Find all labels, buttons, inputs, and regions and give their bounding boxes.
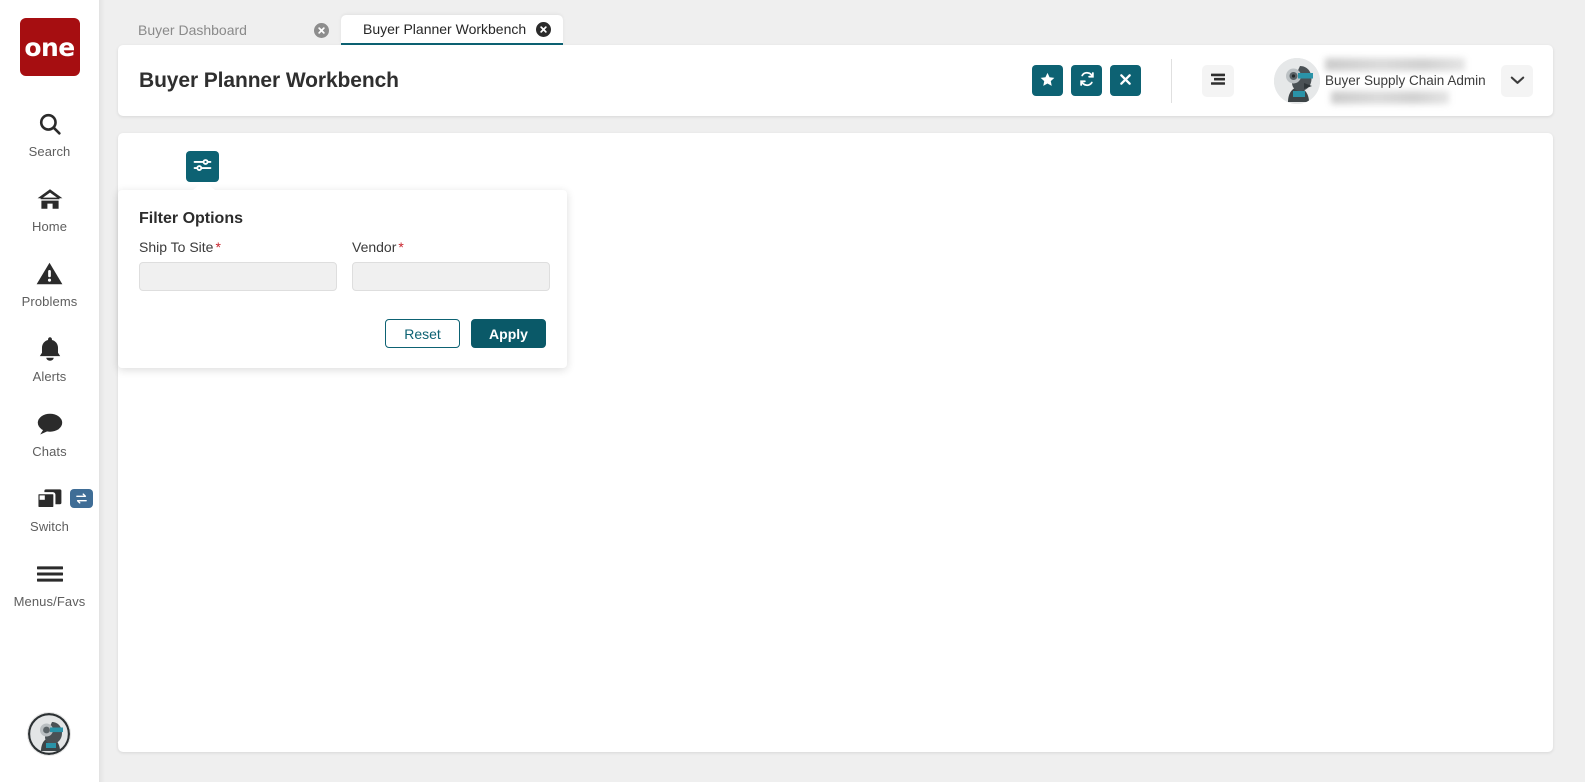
field-label-text: Ship To Site: [139, 239, 214, 255]
application-window: one Search Home Problems Alerts Chats Sw…: [0, 0, 1585, 782]
logo-text: one: [24, 32, 75, 62]
switch-windows-icon: [35, 484, 64, 514]
sidebar-item-home[interactable]: Home: [0, 171, 99, 246]
alerts-bell-icon: [38, 334, 62, 364]
required-asterisk: *: [215, 239, 221, 255]
avatar: [1274, 57, 1320, 104]
reset-button[interactable]: Reset: [385, 319, 460, 348]
x-icon: [1119, 73, 1132, 89]
left-sidebar: one Search Home Problems Alerts Chats Sw…: [0, 0, 105, 782]
close-button[interactable]: [1110, 65, 1141, 96]
apply-button[interactable]: Apply: [471, 319, 546, 348]
home-icon: [36, 184, 64, 214]
sidebar-item-switch[interactable]: Switch: [0, 471, 99, 546]
sidebar-item-label: Alerts: [32, 368, 67, 384]
ship-to-site-label: Ship To Site *: [139, 239, 337, 255]
tab-buyer-planner-workbench[interactable]: Buyer Planner Workbench: [341, 15, 563, 45]
star-icon: [1040, 72, 1055, 90]
sidebar-item-label: Problems: [21, 293, 78, 309]
sidebar-item-menus-favs[interactable]: Menus/Favs: [0, 546, 99, 621]
refresh-icon: [1079, 71, 1095, 90]
ship-to-site-input[interactable]: [139, 262, 337, 291]
one-network-logo[interactable]: one: [19, 18, 80, 76]
vendor-label: Vendor *: [352, 239, 550, 255]
filter-panel-title: Filter Options: [139, 210, 243, 227]
sidebar-item-label: Home: [31, 218, 68, 234]
close-circle-icon[interactable]: [314, 22, 329, 38]
sidebar-item-label: Switch: [30, 518, 69, 534]
sidebar-item-problems[interactable]: Problems: [0, 246, 99, 321]
sidebar-item-label: Menus/Favs: [13, 593, 86, 609]
sidebar-nav-list: Search Home Problems Alerts Chats Switch…: [0, 96, 99, 621]
sidebar-item-label: Chats: [32, 443, 67, 459]
filter-fields-row: Ship To Site * Vendor *: [139, 239, 550, 291]
hamburger-menu-icon: [1210, 72, 1226, 89]
tab-buyer-dashboard[interactable]: Buyer Dashboard: [116, 15, 341, 45]
user-menu-button[interactable]: [1501, 64, 1533, 97]
page-header: Buyer Planner Workbench Buyer Supply Cha…: [118, 45, 1553, 116]
tab-label: Buyer Dashboard: [138, 22, 247, 38]
chats-bubble-icon: [36, 409, 64, 439]
user-avatar-icon: [1274, 57, 1320, 104]
header-divider: [1171, 58, 1172, 103]
sidebar-item-label: Search: [28, 143, 71, 159]
field-vendor: Vendor *: [352, 239, 550, 291]
user-name-redacted: [1325, 57, 1465, 71]
search-icon: [37, 109, 63, 139]
refresh-button[interactable]: [1071, 65, 1102, 96]
user-avatar-icon: [28, 713, 70, 755]
sidebar-item-chats[interactable]: Chats: [0, 396, 99, 471]
user-org-redacted: [1331, 90, 1449, 104]
favorite-button[interactable]: [1032, 65, 1063, 96]
filter-sliders-icon: [193, 157, 212, 176]
menus-favs-hamburger-icon: [35, 559, 65, 589]
vendor-input[interactable]: [352, 262, 550, 291]
chevron-down-icon: [1510, 72, 1525, 90]
filter-panel-actions: Reset Apply: [139, 319, 546, 348]
header-action-buttons: Buyer Supply Chain Admin: [1032, 57, 1533, 104]
problems-warning-icon: [36, 259, 63, 289]
page-title: Buyer Planner Workbench: [139, 68, 399, 92]
sidebar-item-alerts[interactable]: Alerts: [0, 321, 99, 396]
browser-tab-strip: Buyer Dashboard Buyer Planner Workbench: [99, 0, 1585, 45]
sidebar-user-avatar[interactable]: [28, 713, 70, 755]
user-role: Buyer Supply Chain Admin: [1325, 72, 1486, 88]
close-circle-icon[interactable]: [536, 21, 551, 37]
filter-options-toggle-button[interactable]: [186, 151, 219, 182]
required-asterisk: *: [398, 239, 404, 255]
user-identity: Buyer Supply Chain Admin: [1325, 57, 1486, 104]
field-ship-to-site: Ship To Site *: [139, 239, 337, 291]
filter-options-panel: Filter Options Ship To Site * Vendor * Res…: [118, 181, 567, 368]
tab-label: Buyer Planner Workbench: [363, 21, 527, 37]
sidebar-item-search[interactable]: Search: [0, 96, 99, 171]
user-profile-block[interactable]: Buyer Supply Chain Admin: [1274, 57, 1533, 104]
header-menu-button[interactable]: [1202, 64, 1234, 97]
swap-arrows-icon[interactable]: [70, 489, 93, 508]
field-label-text: Vendor: [352, 239, 397, 255]
